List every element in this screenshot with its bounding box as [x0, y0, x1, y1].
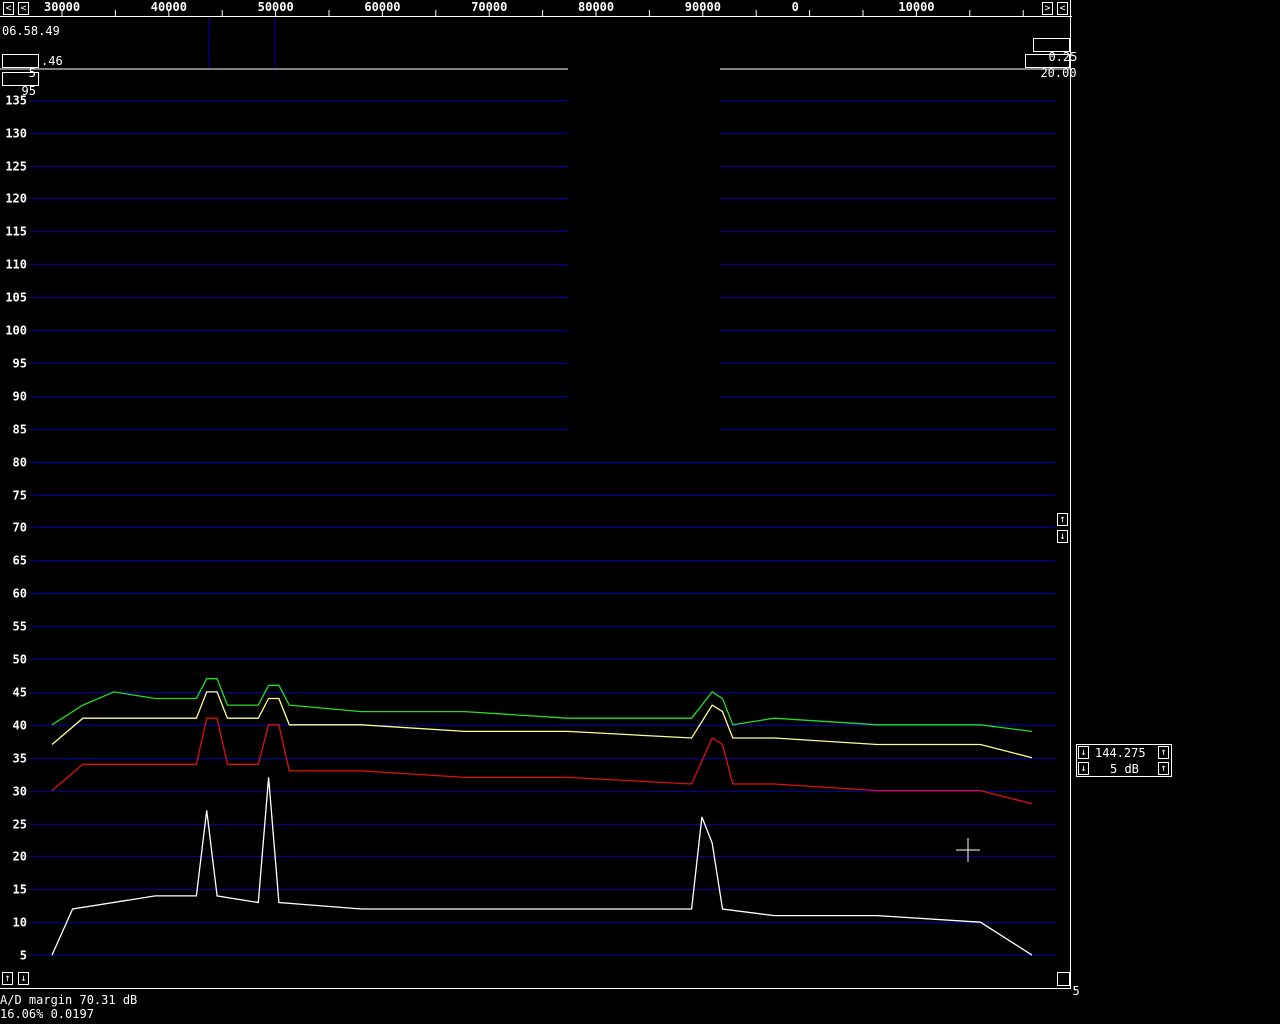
y-axis-label: 50 — [13, 653, 27, 667]
frequency-value[interactable]: 144.275 — [1095, 747, 1146, 759]
green-trace — [51, 678, 1033, 733]
arrow-down-icon: ↓ — [20, 973, 27, 984]
y-axis-label: 65 — [13, 554, 27, 568]
y-axis-label: 135 — [5, 94, 27, 108]
y-axis-label: 75 — [13, 489, 27, 503]
y-axis-label: 125 — [5, 160, 27, 174]
spectrum-bottom-value-field[interactable]: 5 — [1057, 972, 1080, 997]
y-axis-label: 110 — [5, 258, 27, 272]
spectrum-scroll-down-button[interactable]: ↓ — [1057, 530, 1068, 543]
arrow-down-icon: ↓ — [1080, 763, 1087, 774]
spectrum-zoom-down-button[interactable]: ↓ — [18, 972, 29, 985]
y-axis-label: 60 — [13, 587, 27, 601]
spectrum-bottom-value: 5 — [1072, 984, 1080, 998]
y-axis-label: 10 — [13, 916, 27, 930]
arrow-down-icon: ↓ — [1059, 531, 1066, 542]
step-down-button[interactable]: ↓ — [1078, 762, 1089, 775]
spectrum-zoom-up-button[interactable]: ↑ — [2, 972, 13, 985]
y-axis-label: 70 — [13, 521, 27, 535]
y-axis-label: 5 — [20, 949, 27, 963]
frequency-up-button[interactable]: ↑ — [1158, 746, 1169, 759]
arrow-up-icon: ↑ — [1160, 747, 1167, 758]
crosshair-cursor-icon — [956, 838, 980, 862]
arrow-up-icon: ↑ — [1059, 514, 1066, 525]
cpu-status: 16.06% 0.0197 — [0, 1007, 94, 1021]
y-axis-label: 90 — [13, 390, 27, 404]
y-axis-label: 40 — [13, 719, 27, 733]
y-axis-label: 95 — [13, 357, 27, 371]
step-up-button[interactable]: ↑ — [1158, 762, 1169, 775]
y-axis-label: 55 — [13, 620, 27, 634]
y-axis-label: 120 — [5, 192, 27, 206]
y-axis-label: 100 — [5, 324, 27, 338]
y-axis-label: 25 — [13, 818, 27, 832]
y-axis-label: 15 — [13, 883, 27, 897]
arrow-down-icon: ↓ — [1080, 747, 1087, 758]
ad-margin-status: A/D margin 70.31 dB — [0, 993, 138, 1007]
arrow-up-icon: ↑ — [1160, 763, 1167, 774]
arrow-up-icon: ↑ — [4, 973, 11, 984]
y-axis-label: 30 — [13, 785, 27, 799]
frequency-down-button[interactable]: ↓ — [1078, 746, 1089, 759]
spectrum-graph[interactable]: 1351301251201151101051009590858075706560… — [0, 0, 1280, 1024]
y-axis-label: 85 — [13, 423, 27, 437]
y-axis-label: 45 — [13, 686, 27, 700]
spectrum-scroll-up-button[interactable]: ↑ — [1057, 513, 1068, 526]
y-axis-label: 80 — [13, 456, 27, 470]
y-axis-label: 130 — [5, 127, 27, 141]
y-axis-label: 20 — [13, 850, 27, 864]
y-axis-label: 35 — [13, 752, 27, 766]
y-axis-label: 105 — [5, 291, 27, 305]
step-value[interactable]: 5 dB — [1110, 763, 1139, 775]
y-axis-label: 115 — [5, 225, 27, 239]
white-trace — [51, 777, 1033, 956]
